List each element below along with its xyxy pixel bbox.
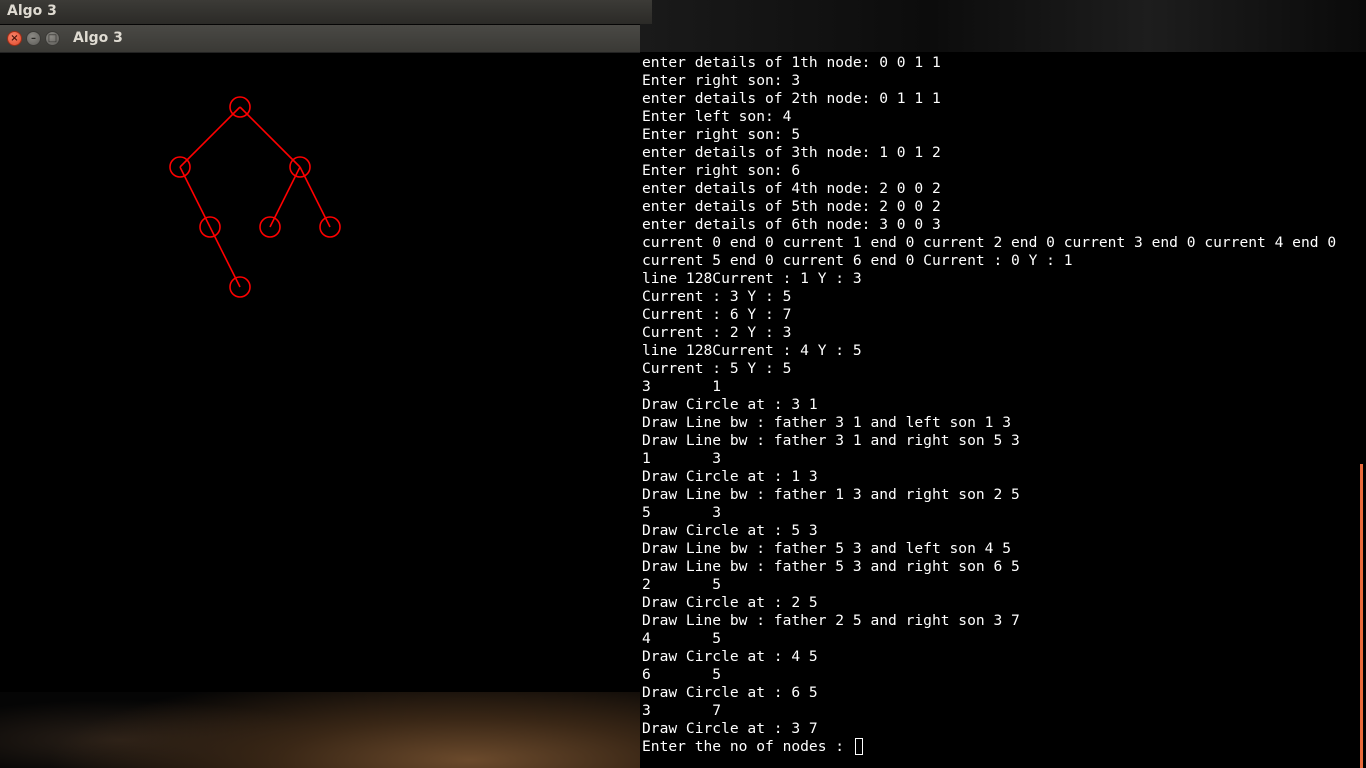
terminal-line: line 128Current : 4 Y : 5	[642, 342, 862, 359]
terminal-output: enter details of 1th node: 0 0 1 1 Enter …	[642, 54, 1336, 756]
terminal-line: Draw Line bw : father 5 3 and right son …	[642, 558, 1020, 575]
terminal-line: 5 3	[642, 504, 722, 521]
terminal-line: Draw Circle at : 1 3	[642, 468, 818, 485]
terminal-line: 3 1	[642, 378, 722, 395]
window-title: Algo 3	[73, 30, 123, 46]
terminal-line: current 0 end 0 current 1 end 0 current …	[642, 234, 1337, 251]
close-icon[interactable]: ×	[7, 31, 22, 46]
terminal-line: Current : 3 Y : 5	[642, 288, 792, 305]
maximize-icon[interactable]: □	[45, 31, 60, 46]
terminal-line: enter details of 1th node: 0 0 1 1	[642, 54, 941, 71]
terminal-window[interactable]: enter details of 1th node: 0 0 1 1 Enter …	[640, 52, 1366, 768]
terminal-prompt-line[interactable]: Enter the no of nodes :	[642, 738, 1336, 756]
terminal-line: Draw Circle at : 3 7	[642, 720, 818, 737]
terminal-line: Draw Line bw : father 2 5 and right son …	[642, 612, 1020, 629]
terminal-line: line 128Current : 1 Y : 3	[642, 270, 862, 287]
terminal-line: enter details of 3th node: 1 0 1 2	[642, 144, 941, 161]
terminal-line: 3 7	[642, 702, 722, 719]
minimize-icon[interactable]: –	[26, 31, 41, 46]
terminal-line: Enter right son: 5	[642, 126, 801, 143]
terminal-line: enter details of 2th node: 0 1 1 1	[642, 90, 941, 107]
algo-window[interactable]: × – □ Algo 3	[0, 25, 640, 692]
terminal-line: 6 5	[642, 666, 722, 683]
terminal-line: enter details of 4th node: 2 0 0 2	[642, 180, 941, 197]
terminal-line: Draw Line bw : father 3 1 and right son …	[642, 432, 1020, 449]
top-panel-title: Algo 3	[7, 3, 57, 19]
terminal-line: Draw Line bw : father 3 1 and left son 1…	[642, 414, 1012, 431]
terminal-line: enter details of 6th node: 3 0 0 3	[642, 216, 941, 233]
terminal-line: Current : 2 Y : 3	[642, 324, 792, 341]
terminal-line: Enter left son: 4	[642, 108, 792, 125]
terminal-line: 2 5	[642, 576, 722, 593]
terminal-line: Enter right son: 3	[642, 72, 801, 89]
terminal-cursor	[854, 738, 863, 755]
terminal-line: Draw Circle at : 3 1	[642, 396, 818, 413]
window-titlebar[interactable]: × – □ Algo 3	[0, 25, 640, 53]
terminal-line: 1 3	[642, 450, 722, 467]
terminal-line: Draw Circle at : 5 3	[642, 522, 818, 539]
terminal-line: Draw Circle at : 4 5	[642, 648, 818, 665]
terminal-line: current 5 end 0 current 6 end 0 Current …	[642, 252, 1073, 269]
drawing-canvas	[0, 53, 640, 692]
terminal-line: 4 5	[642, 630, 722, 647]
terminal-line: enter details of 5th node: 2 0 0 2	[642, 198, 941, 215]
terminal-line: Enter right son: 6	[642, 162, 801, 179]
terminal-line: Draw Line bw : father 5 3 and left son 4…	[642, 540, 1012, 557]
desktop-wallpaper-strip	[640, 0, 1366, 52]
tree-drawing	[169, 96, 341, 298]
terminal-scrollbar[interactable]	[1360, 464, 1363, 768]
top-panel: Algo 3	[0, 0, 652, 24]
tree-edge	[179, 106, 241, 168]
terminal-line: Current : 5 Y : 5	[642, 360, 792, 377]
terminal-line: Draw Circle at : 6 5	[642, 684, 818, 701]
terminal-line: Draw Circle at : 2 5	[642, 594, 818, 611]
terminal-line: Current : 6 Y : 7	[642, 306, 792, 323]
terminal-prompt: Enter the no of nodes :	[642, 738, 853, 755]
terminal-line: Draw Line bw : father 1 3 and right son …	[642, 486, 1020, 503]
tree-edge	[239, 106, 301, 168]
